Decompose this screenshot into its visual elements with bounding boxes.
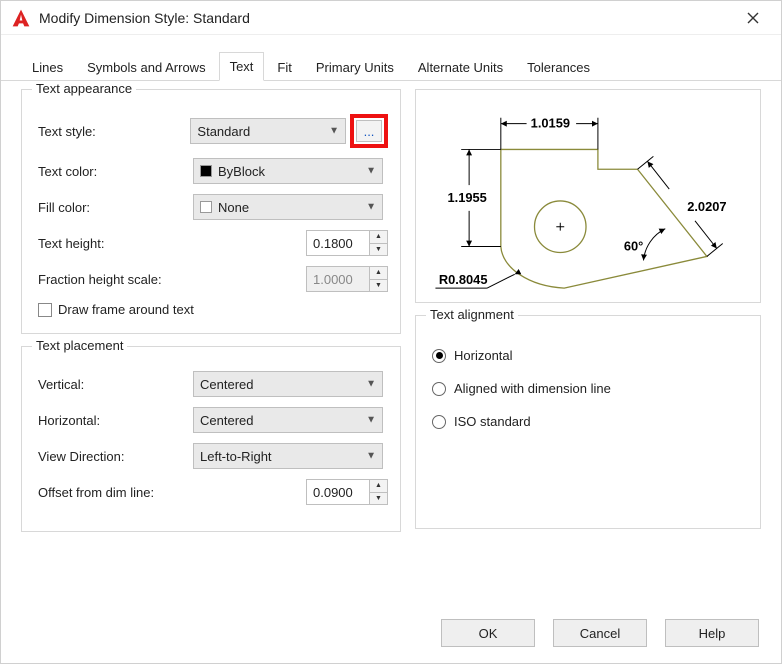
spin-down-icon: ▼ bbox=[370, 280, 387, 292]
checkbox-draw-frame-label: Draw frame around text bbox=[58, 302, 194, 317]
preview-dim-diag: 2.0207 bbox=[687, 199, 726, 214]
legend-placement: Text placement bbox=[32, 338, 127, 353]
left-column: Text appearance Text style: Standard ▼ .… bbox=[21, 89, 401, 544]
group-text-placement: Text placement Vertical: Centered ▼ Hori… bbox=[21, 346, 401, 532]
spin-down-icon: ▼ bbox=[370, 244, 387, 256]
text-style-browse-button[interactable]: ... bbox=[356, 120, 382, 142]
radio-iso-label: ISO standard bbox=[454, 414, 531, 429]
tab-primary-units[interactable]: Primary Units bbox=[305, 53, 405, 81]
preview-dim-radius: R0.8045 bbox=[439, 272, 488, 287]
combo-horizontal[interactable]: Centered ▼ bbox=[193, 407, 383, 433]
combo-horizontal-value: Centered bbox=[200, 413, 253, 428]
label-text-height: Text height: bbox=[38, 236, 193, 251]
titlebar: Modify Dimension Style: Standard bbox=[1, 1, 781, 35]
group-text-alignment: Text alignment Horizontal Aligned with d… bbox=[415, 315, 761, 529]
spin-up-icon: ▲ bbox=[370, 267, 387, 280]
combo-vertical[interactable]: Centered ▼ bbox=[193, 371, 383, 397]
input-text-height[interactable]: 0.1800 bbox=[306, 230, 370, 256]
combo-view-direction[interactable]: Left-to-Right ▼ bbox=[193, 443, 383, 469]
tab-fit[interactable]: Fit bbox=[266, 53, 302, 81]
color-swatch-black bbox=[200, 165, 212, 177]
chevron-down-icon: ▼ bbox=[366, 415, 376, 426]
radio-dot bbox=[432, 382, 446, 396]
legend-appearance: Text appearance bbox=[32, 81, 136, 96]
radio-horizontal[interactable]: Horizontal bbox=[432, 348, 748, 363]
spinner-fraction-scale: ▲ ▼ bbox=[370, 266, 388, 292]
preview-dim-top: 1.0159 bbox=[531, 116, 570, 131]
right-column: 1.0159 1.1955 2.0207 60° R0.8045 bbox=[415, 89, 761, 544]
radio-iso[interactable]: ISO standard bbox=[432, 414, 748, 429]
highlight-box: ... bbox=[350, 114, 388, 148]
radio-aligned[interactable]: Aligned with dimension line bbox=[432, 381, 748, 396]
radio-horizontal-label: Horizontal bbox=[454, 348, 513, 363]
checkbox-box bbox=[38, 303, 52, 317]
combo-text-color[interactable]: ByBlock ▼ bbox=[193, 158, 383, 184]
label-fill-color: Fill color: bbox=[38, 200, 193, 215]
combo-fill-color-value: None bbox=[218, 200, 249, 215]
app-icon bbox=[11, 8, 31, 28]
label-text-color: Text color: bbox=[38, 164, 193, 179]
dimension-preview: 1.0159 1.1955 2.0207 60° R0.8045 bbox=[415, 89, 761, 303]
tab-alternate-units[interactable]: Alternate Units bbox=[407, 53, 514, 81]
window-title: Modify Dimension Style: Standard bbox=[39, 10, 250, 26]
preview-dim-left: 1.1955 bbox=[447, 190, 486, 205]
label-fraction-scale: Fraction height scale: bbox=[38, 272, 218, 287]
label-horizontal: Horizontal: bbox=[38, 413, 193, 428]
label-offset: Offset from dim line: bbox=[38, 485, 218, 500]
preview-dim-angle: 60° bbox=[624, 238, 643, 253]
spinner-offset[interactable]: ▲ ▼ bbox=[370, 479, 388, 505]
tab-content: Text appearance Text style: Standard ▼ .… bbox=[1, 81, 781, 544]
tab-tolerances[interactable]: Tolerances bbox=[516, 53, 601, 81]
close-button[interactable] bbox=[735, 4, 771, 32]
label-text-style: Text style: bbox=[38, 124, 190, 139]
input-offset[interactable]: 0.0900 bbox=[306, 479, 370, 505]
combo-view-direction-value: Left-to-Right bbox=[200, 449, 272, 464]
color-swatch-none bbox=[200, 201, 212, 213]
chevron-down-icon: ▼ bbox=[366, 202, 376, 213]
radio-dot bbox=[432, 415, 446, 429]
tab-lines[interactable]: Lines bbox=[21, 53, 74, 81]
close-icon bbox=[747, 12, 759, 24]
group-text-appearance: Text appearance Text style: Standard ▼ .… bbox=[21, 89, 401, 334]
checkbox-draw-frame[interactable]: Draw frame around text bbox=[38, 302, 388, 317]
spin-down-icon: ▼ bbox=[370, 493, 387, 505]
dialog-button-bar: OK Cancel Help bbox=[441, 619, 759, 647]
combo-vertical-value: Centered bbox=[200, 377, 253, 392]
help-button[interactable]: Help bbox=[665, 619, 759, 647]
spin-up-icon: ▲ bbox=[370, 480, 387, 493]
input-text-height-value: 0.1800 bbox=[313, 236, 353, 251]
input-fraction-scale-value: 1.0000 bbox=[313, 272, 353, 287]
tab-strip: Lines Symbols and Arrows Text Fit Primar… bbox=[1, 35, 781, 81]
radio-aligned-label: Aligned with dimension line bbox=[454, 381, 611, 396]
combo-fill-color[interactable]: None ▼ bbox=[193, 194, 383, 220]
combo-text-style[interactable]: Standard ▼ bbox=[190, 118, 346, 144]
spinner-text-height[interactable]: ▲ ▼ bbox=[370, 230, 388, 256]
combo-text-color-value: ByBlock bbox=[218, 164, 265, 179]
spin-up-icon: ▲ bbox=[370, 231, 387, 244]
tab-symbols-arrows[interactable]: Symbols and Arrows bbox=[76, 53, 217, 81]
label-vertical: Vertical: bbox=[38, 377, 193, 392]
legend-alignment: Text alignment bbox=[426, 307, 518, 322]
tab-text[interactable]: Text bbox=[219, 52, 265, 81]
combo-text-style-value: Standard bbox=[197, 124, 250, 139]
chevron-down-icon: ▼ bbox=[366, 451, 376, 462]
chevron-down-icon: ▼ bbox=[329, 126, 339, 137]
chevron-down-icon: ▼ bbox=[366, 166, 376, 177]
label-view-direction: View Direction: bbox=[38, 449, 193, 464]
input-fraction-scale: 1.0000 bbox=[306, 266, 370, 292]
chevron-down-icon: ▼ bbox=[366, 379, 376, 390]
ellipsis-icon: ... bbox=[364, 124, 375, 139]
input-offset-value: 0.0900 bbox=[313, 485, 353, 500]
cancel-button[interactable]: Cancel bbox=[553, 619, 647, 647]
ok-button[interactable]: OK bbox=[441, 619, 535, 647]
radio-dot bbox=[432, 349, 446, 363]
